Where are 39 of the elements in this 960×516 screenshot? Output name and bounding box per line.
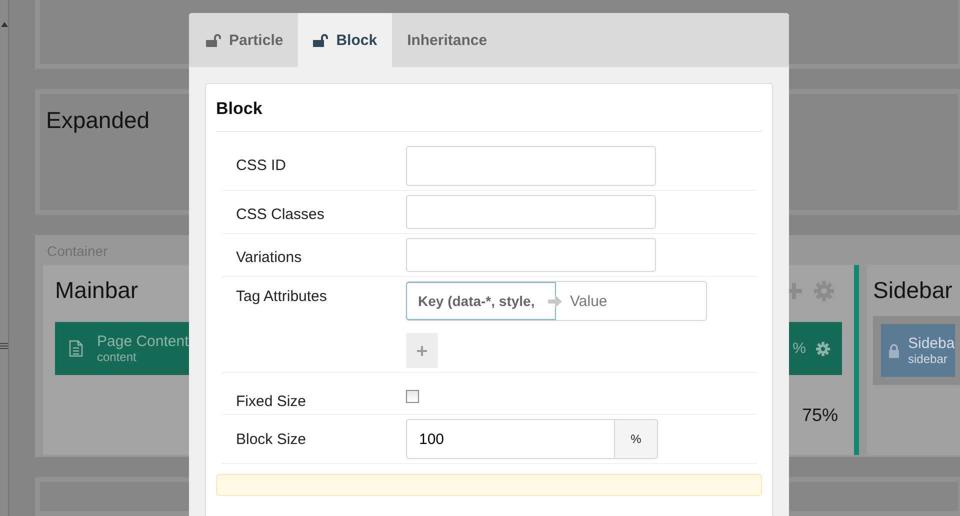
grip-icon[interactable]	[0, 343, 8, 349]
resize-handle[interactable]	[854, 265, 859, 454]
panel-title: Mainbar	[55, 277, 138, 304]
particle-block[interactable]: Sideba sidebar	[881, 324, 955, 378]
key-value-field[interactable]: Key (data-*, style, Value	[406, 281, 707, 321]
field-label: Tag Attributes	[236, 287, 328, 307]
particle-size: %	[792, 340, 806, 358]
unit-addon: %	[615, 419, 658, 459]
plus-icon	[417, 346, 427, 356]
scrollbar[interactable]	[0, 0, 9, 516]
add-button[interactable]	[406, 333, 438, 368]
scroll-up-icon[interactable]	[0, 22, 8, 27]
checkbox[interactable]	[406, 390, 419, 403]
unlock-icon	[313, 34, 328, 46]
key-input[interactable]: Key (data-*, style,	[406, 282, 556, 320]
tab[interactable]: Inheritance	[392, 13, 502, 67]
panel-title: Sidebar	[873, 277, 954, 304]
section-title: Block	[216, 84, 762, 132]
width-label: 75%	[802, 405, 838, 426]
unlock-icon	[206, 34, 221, 46]
field-label: Variations	[236, 248, 303, 268]
settings-icon[interactable]	[816, 342, 830, 356]
text-field[interactable]	[406, 195, 656, 229]
text-field[interactable]	[406, 146, 656, 186]
particle-type: content	[97, 350, 138, 364]
field-label: CSS ID	[236, 156, 288, 176]
text-field[interactable]	[406, 238, 656, 272]
document-icon	[69, 340, 83, 358]
field-label: Fixed Size	[236, 392, 308, 410]
number-field[interactable]: 100	[406, 419, 615, 459]
particle-title: Page Content	[97, 333, 189, 350]
tab[interactable]: Block	[298, 13, 392, 67]
lock-icon	[888, 344, 900, 358]
particle-type: sidebar	[908, 352, 948, 366]
field-label: Block Size	[236, 430, 308, 450]
tab[interactable]: Particle	[189, 13, 298, 67]
section-title: Expanded	[46, 106, 150, 133]
particle-title: Sideba	[908, 335, 955, 352]
field-label: CSS Classes	[236, 205, 326, 225]
